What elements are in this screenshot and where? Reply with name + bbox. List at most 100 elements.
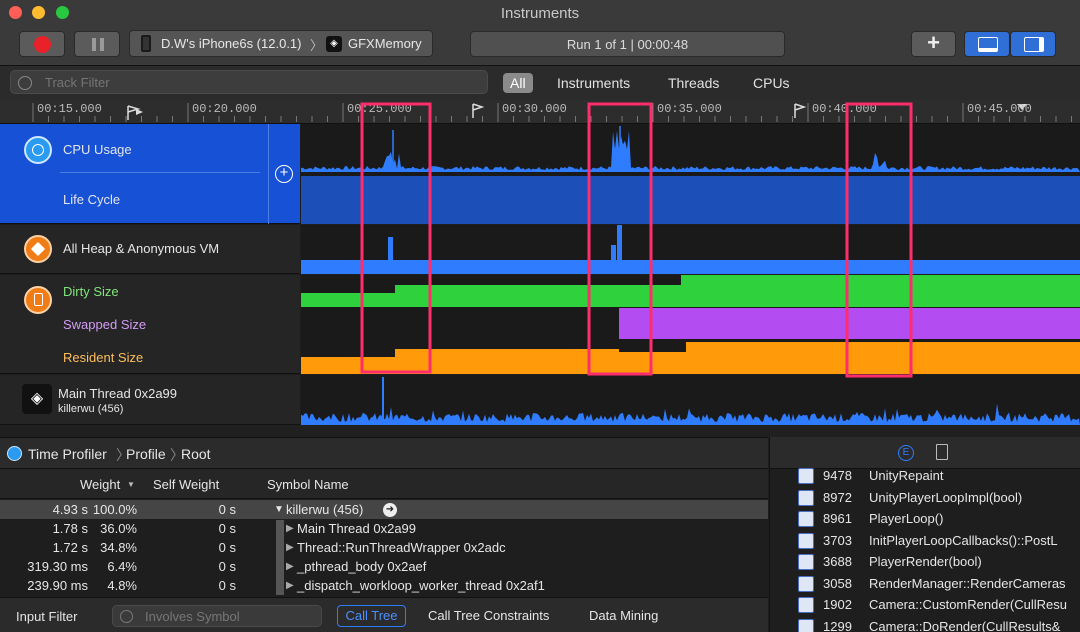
track-main-thread[interactable]: ◈ Main Thread 0x2a99 killerwu (456) [0, 375, 300, 425]
device-name: D.W's iPhone6s (12.0.1) [161, 36, 302, 51]
right-panel-icon [1024, 37, 1044, 52]
resident-size-area [301, 342, 1080, 374]
series-label-dirty: Dirty Size [63, 284, 119, 299]
breadcrumb-instrument[interactable]: Time Profiler [28, 446, 107, 462]
focus-arrow-icon[interactable]: ➜ [383, 503, 397, 517]
breadcrumb-root[interactable]: Root [181, 446, 211, 462]
table-row[interactable]: 319.30 ms 6.4% 0 s ▶ _pthread_body 0x2ae… [0, 557, 768, 576]
frame-symbol: UnityRepaint [869, 468, 944, 483]
main-thread-graph[interactable] [301, 375, 1080, 425]
row-self-weight: 0 s [218, 502, 236, 517]
filter-icon [18, 76, 32, 90]
unity-thread-icon: ◈ [22, 384, 52, 414]
list-item[interactable]: 3688 PlayerRender(bool) [770, 551, 1080, 573]
cpu-usage-chart [301, 126, 1080, 224]
involves-symbol-field[interactable]: Involves Symbol [112, 605, 322, 627]
scope-instruments-button[interactable]: Instruments [557, 73, 630, 93]
window-title: Instruments [500, 5, 580, 22]
track-filter-input[interactable] [10, 70, 488, 94]
flag-icon [794, 103, 807, 118]
row-symbol: killerwu (456) [286, 502, 364, 517]
time-profiler-icon [7, 446, 22, 461]
table-row[interactable]: 239.90 ms 4.8% 0 s ▶ _dispatch_workloop_… [0, 576, 768, 595]
list-item[interactable]: 3703 InitPlayerLoopCallbacks()::PostL [770, 530, 1080, 552]
row-symbol: Thread::RunThreadWrapper 0x2adc [297, 540, 506, 555]
call-tree-button[interactable]: Call Tree [337, 605, 406, 627]
list-item[interactable]: 1902 Camera::CustomRender(CullResu [770, 594, 1080, 616]
timeline-ruler[interactable]: 00:15.000 00:20.000 00:25.000 00:30.000 … [0, 100, 1080, 124]
filter-icon [120, 610, 133, 623]
column-self-weight[interactable]: Self Weight [153, 477, 219, 492]
dirty-size-area [301, 275, 1080, 307]
track-heap[interactable]: All Heap & Anonymous VM [0, 225, 300, 274]
pause-icon [92, 38, 104, 51]
list-item[interactable]: 8961 PlayerLoop() [770, 508, 1080, 530]
track-subtitle: killerwu (456) [58, 403, 124, 415]
target-selector[interactable]: D.W's iPhone6s (12.0.1) 〉 ◈ GFXMemory [129, 30, 433, 57]
row-symbol: _dispatch_workloop_worker_thread 0x2af1 [297, 578, 545, 593]
call-tree-header: Weight ▼ Self Weight Symbol Name [0, 469, 768, 499]
disclosure-triangle-icon[interactable]: ▶ [286, 557, 294, 576]
user-code-icon [798, 532, 814, 549]
extended-detail-panel: E 9478 UnityRepaint 8972 UnityPlayerLoopIm… [769, 437, 1080, 632]
bottom-panel-icon [978, 37, 998, 52]
row-percent: 100.0% [92, 502, 137, 517]
heap-chart [301, 225, 1080, 274]
list-item[interactable]: 3058 RenderManager::RenderCameras [770, 573, 1080, 595]
frame-symbol: Camera::CustomRender(CullResu [869, 597, 1067, 612]
input-filter-label[interactable]: Input Filter [16, 609, 77, 624]
breadcrumb-profile[interactable]: Profile [126, 446, 166, 462]
vm-tracker-icon [24, 286, 52, 314]
playhead-icon [136, 109, 143, 115]
cpu-usage-area [301, 130, 1080, 172]
indent-bar [276, 557, 284, 576]
track-cpu-usage[interactable]: CPU Usage Life Cycle + [0, 124, 300, 224]
add-track-button[interactable]: + [275, 165, 293, 183]
add-instrument-button[interactable]: + [911, 31, 956, 57]
row-symbol: Main Thread 0x2a99 [297, 521, 417, 536]
call-tree-constraints-button[interactable]: Call Tree Constraints [428, 608, 549, 623]
track-vm-tracker[interactable]: Dirty Size Swapped Size Resident Size [0, 275, 300, 374]
column-symbol-name[interactable]: Symbol Name [267, 477, 349, 492]
scope-cpus-button[interactable]: CPUs [753, 73, 790, 93]
indent-bar [276, 520, 284, 538]
run-status[interactable]: Run 1 of 1 | 00:00:48 [470, 31, 785, 57]
vm-graph[interactable] [301, 275, 1080, 374]
frame-symbol: InitPlayerLoopCallbacks()::PostL [869, 532, 1058, 548]
list-item[interactable]: 8972 UnityPlayerLoopImpl(bool) [770, 487, 1080, 509]
disclosure-triangle-icon[interactable]: ▶ [286, 538, 294, 557]
toggle-inspector-button[interactable] [1010, 31, 1056, 57]
user-code-icon [798, 468, 814, 484]
ruler-tick-label: 00:35.000 [657, 102, 722, 116]
row-self-weight: 0 s [218, 559, 236, 574]
disclosure-triangle-icon[interactable]: ▶ [286, 519, 294, 538]
table-row[interactable]: 1.72 s 34.8% 0 s ▶ Thread::RunThreadWrap… [0, 538, 768, 557]
row-weight: 239.90 ms [27, 578, 88, 593]
list-item[interactable]: 1299 Camera::DoRender(CullResults& [770, 616, 1080, 632]
record-button[interactable] [19, 31, 65, 57]
series-label-swapped: Swapped Size [63, 317, 147, 332]
document-icon[interactable] [936, 444, 948, 460]
table-row[interactable]: 1.78 s 36.0% 0 s ▶ Main Thread 0x2a99 [0, 519, 768, 538]
row-self-weight: 0 s [218, 540, 236, 555]
cpu-usage-graph[interactable] [301, 124, 1080, 224]
disclosure-triangle-icon[interactable]: ▼ [274, 500, 284, 519]
sample-count: 8961 [823, 511, 852, 526]
data-mining-button[interactable]: Data Mining [589, 608, 658, 623]
track-subtitle: Life Cycle [63, 192, 121, 207]
allocations-cube-icon [24, 235, 52, 263]
row-percent: 4.8% [107, 578, 137, 593]
scope-all-button[interactable]: All [503, 73, 533, 93]
disclosure-triangle-icon[interactable]: ▶ [286, 576, 294, 595]
heap-spike [617, 225, 622, 261]
scope-threads-button[interactable]: Threads [668, 73, 719, 93]
table-row[interactable]: 4.93 s 100.0% 0 s ▼ killerwu (456) ➜ [0, 500, 768, 519]
extended-detail-icon[interactable]: E [898, 445, 914, 461]
toggle-detail-button[interactable] [964, 31, 1010, 57]
list-item[interactable]: 9478 UnityRepaint [770, 465, 1080, 487]
frame-symbol: PlayerRender(bool) [869, 554, 982, 569]
heap-graph[interactable] [301, 225, 1080, 274]
main-thread-chart [301, 377, 1080, 425]
pause-button[interactable] [74, 31, 120, 57]
column-weight[interactable]: Weight [80, 477, 120, 492]
